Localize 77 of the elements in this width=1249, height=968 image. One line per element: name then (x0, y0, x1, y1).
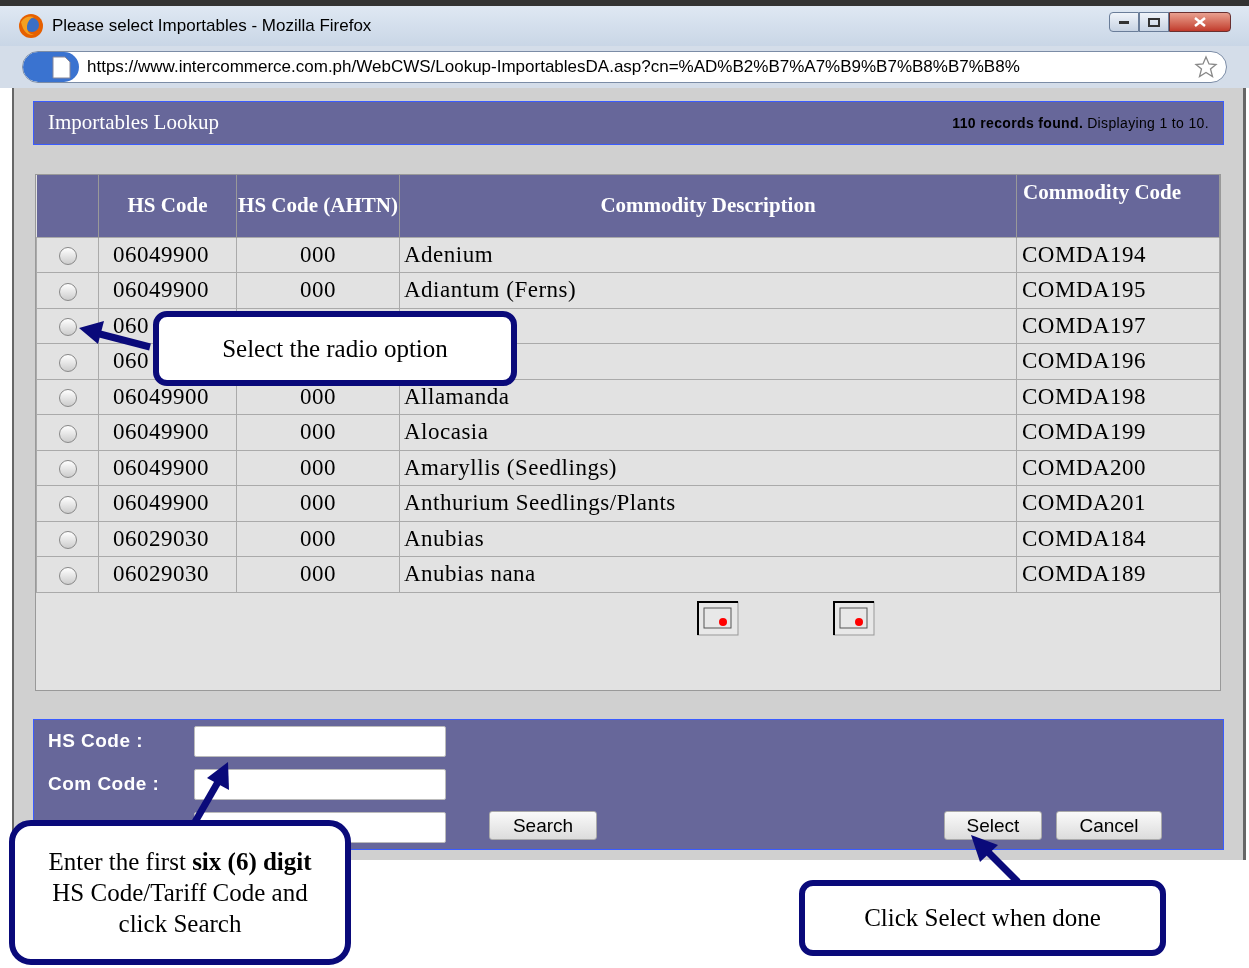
radio-button[interactable] (58, 247, 77, 266)
table-cell: 000 (300, 419, 336, 444)
table-cell: 000 (300, 561, 336, 586)
close-button[interactable] (1169, 12, 1231, 32)
input-field[interactable] (194, 769, 446, 800)
table-cell: 000 (300, 525, 336, 551)
maximize-icon (1148, 17, 1160, 27)
table-cell: COMDA197 (1022, 312, 1147, 338)
table-cell: Adenium (404, 241, 494, 267)
table-cell: 06029030 (113, 525, 209, 551)
table-cell: COMDA189 (1022, 561, 1147, 586)
table-cell: COMDA184 (1022, 525, 1147, 551)
table-cell: Allamanda (404, 383, 510, 409)
star-icon[interactable] (1194, 55, 1218, 79)
table-cell: 06049900 (113, 454, 209, 480)
table-cell: 06049900 (113, 490, 209, 515)
table-cell: 06049900 (113, 383, 209, 409)
minimize-icon (1119, 20, 1129, 24)
address-bar[interactable]: https://www.intercommerce.com.ph/WebCWS/Lookup-ImportablesDA.asp?cn=%AD%B2%B7%A7%B9%B7%B8%B7%B8% (22, 51, 1227, 83)
table-cell: Alocasia (404, 419, 489, 444)
callout-text: Enter the first six (6) digit HS Code/Tariff Code and click Search (47, 847, 313, 939)
radio-button[interactable] (58, 460, 77, 479)
table-cell: Anubias (404, 525, 485, 551)
table-cell: 000 (300, 241, 336, 267)
table-cell: 06029030 (113, 561, 209, 586)
table-cell: COMDA200 (1022, 454, 1147, 480)
field-label: Com Code : (48, 772, 161, 797)
hint-tooltip: Click Select when done (799, 880, 1166, 956)
url-text: https://www.intercommerce.com.ph/WebCWS/Lookup-ImportablesDA.asp?cn=%AD%B2%B7%A7%B9%B7%B8%B7%B8% (87, 56, 1021, 79)
panel-title: Importables Lookup (48, 109, 219, 137)
input-field[interactable] (194, 726, 446, 757)
close-icon (1194, 17, 1206, 27)
radio-button[interactable] (58, 566, 77, 585)
table-cell: Amaryllis (Seedlings) (404, 454, 617, 480)
column-header: Commodity Description (399, 175, 1017, 237)
table-cell: Adiantum (Ferns) (404, 277, 577, 302)
table-cell: COMDA195 (1022, 277, 1147, 302)
table-cell: COMDA198 (1022, 383, 1147, 409)
table-cell: COMDA199 (1022, 419, 1147, 444)
radio-button[interactable] (58, 318, 77, 337)
page-icon (23, 52, 79, 82)
column-header: HS Code (98, 175, 237, 237)
table-cell: 060 (113, 348, 149, 373)
radio-button[interactable] (58, 531, 77, 550)
minimize-button[interactable] (1109, 12, 1139, 32)
column-header: Commodity Code (1016, 175, 1220, 237)
radio-button[interactable] (58, 424, 77, 443)
broken-image-icon (697, 600, 739, 636)
table-cell: 060 (113, 312, 149, 338)
radio-button[interactable] (58, 389, 77, 408)
radio-button[interactable] (58, 353, 77, 372)
table-cell: 06049900 (113, 419, 209, 444)
broken-image-icon (833, 600, 875, 636)
firefox-icon (18, 13, 44, 39)
table-cell: 000 (300, 454, 336, 480)
table-cell: Anthurium Seedlings/Plants (404, 490, 676, 515)
table-cell: COMDA196 (1022, 348, 1147, 373)
form-button[interactable]: Select (944, 811, 1042, 840)
table-cell: 000 (300, 383, 336, 409)
form-button[interactable]: Search (489, 811, 597, 840)
radio-button[interactable] (58, 282, 77, 301)
records-count: 110 records found. (952, 113, 1084, 133)
hint-tooltip: Select the radio option (153, 311, 517, 386)
form-button[interactable]: Cancel (1056, 811, 1162, 840)
radio-button[interactable] (58, 495, 77, 514)
table-cell: 000 (300, 277, 336, 302)
table-cell: 06049900 (113, 277, 209, 302)
table-cell: 06049900 (113, 241, 209, 267)
field-label: HS Code : (48, 729, 145, 754)
display-range: Displaying 1 to 10. (1087, 113, 1209, 133)
maximize-button[interactable] (1139, 12, 1169, 32)
window-title: Please select Importables - Mozilla Firefox (52, 15, 372, 38)
table-cell: COMDA201 (1022, 490, 1147, 515)
column-header: HS Code (AHTN) (236, 175, 400, 237)
table-cell: Anubias nana (404, 561, 536, 586)
table-cell: COMDA194 (1022, 241, 1147, 267)
table-cell: 000 (300, 490, 336, 515)
